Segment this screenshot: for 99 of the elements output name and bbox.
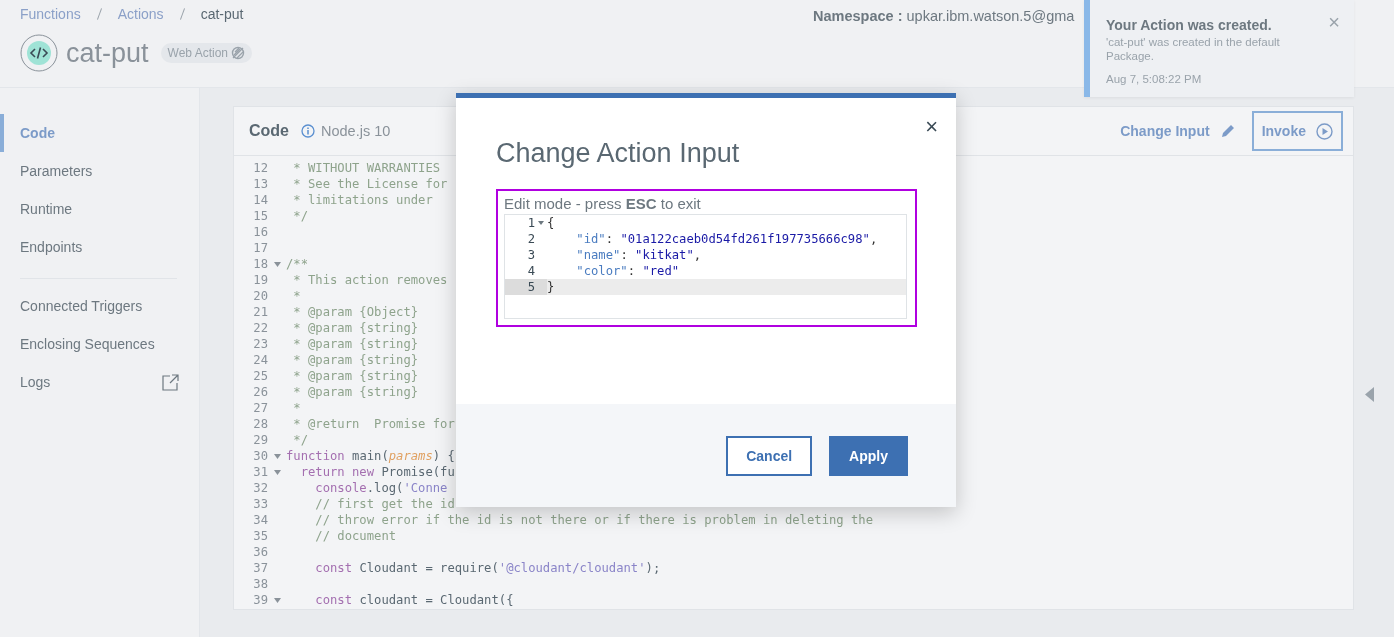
cancel-button[interactable]: Cancel (726, 435, 813, 476)
apply-button[interactable]: Apply (829, 435, 908, 476)
code-line: "name": "kitkat", (575, 247, 702, 263)
fold-caret-icon[interactable] (273, 597, 281, 603)
notification-message: 'cat-put' was created in the default Package. (1106, 35, 1281, 63)
line-number: 38 (252, 576, 268, 592)
line-number: 30 (252, 448, 268, 464)
breadcrumb-link[interactable]: Actions (117, 6, 164, 22)
breadcrumb-link[interactable]: Functions (20, 6, 81, 22)
line-number: 20 (252, 288, 268, 304)
line-number: 28 (252, 416, 268, 432)
play-icon (1316, 122, 1333, 140)
json-editor[interactable]: 1 { 2 "id": "01a122caeb0d54fd261f197735666c98", 3 "name": "kitkat", 4 "color": "red" 5 } (504, 214, 907, 319)
fold-caret-icon[interactable] (538, 221, 544, 225)
line-number: 22 (252, 320, 268, 336)
line-number: 31 (252, 464, 268, 480)
code-line: * WITHOUT WARRANTIES (292, 160, 441, 176)
line-number: 3 (527, 247, 535, 263)
line-number: 15 (252, 208, 268, 224)
line-number: 18 (252, 256, 268, 272)
code-line: // document (314, 528, 397, 544)
pencil-icon[interactable] (1219, 123, 1236, 139)
code-line: * @param {string} (292, 352, 419, 368)
line-number: 27 (252, 400, 268, 416)
panel-title: Code (249, 122, 289, 140)
code-line: * @param {string} (292, 368, 419, 384)
line-number: 34 (252, 512, 268, 528)
fold-caret-icon[interactable] (273, 453, 281, 459)
line-number: 36 (252, 544, 268, 560)
line-number: 17 (252, 240, 268, 256)
sidebar-item[interactable]: Runtime (0, 190, 199, 228)
namespace-label: Namespace : upkar.ibm.watson.5@gma (813, 8, 1075, 24)
code-line: return new Promise(fu (299, 464, 455, 480)
breadcrumb-link[interactable]: cat-put (200, 6, 244, 22)
change-input-link[interactable]: Change Input (1120, 123, 1210, 139)
line-number: 4 (527, 263, 535, 279)
code-line: * This action removes (292, 272, 448, 288)
line-number: 23 (252, 336, 268, 352)
code-line: * @param {Object} (292, 304, 419, 320)
code-line: function main(params) { (286, 448, 455, 464)
line-number: 21 (252, 304, 268, 320)
invoke-button[interactable]: Invoke (1251, 111, 1343, 151)
code-line: const cloudant = Cloudant({ (314, 592, 514, 608)
sidebar-item[interactable]: Parameters (0, 152, 199, 190)
line-number: 26 (252, 384, 268, 400)
line-number: 1 (527, 215, 535, 231)
code-line: } (547, 279, 555, 295)
code-line: const Cloudant = require('@cloudant/cloudant'); (314, 560, 661, 576)
close-button[interactable]: × (1328, 12, 1340, 32)
line-number: 19 (252, 272, 268, 288)
line-number: 32 (252, 480, 268, 496)
modal-title: Change Action Input (496, 138, 741, 169)
runtime-label: Node.js 10 (321, 123, 391, 139)
line-number: 13 (252, 176, 268, 192)
line-number: 2 (527, 231, 535, 247)
line-number: 12 (252, 160, 268, 176)
code-line: /** (286, 256, 308, 272)
fold-caret-icon[interactable] (273, 261, 281, 267)
code-line: "id": "01a122caeb0d54fd261f197735666c98", (575, 231, 878, 247)
code-line: */ (292, 432, 308, 448)
code-line: * limitations under (292, 192, 433, 208)
sidebar-item[interactable]: Endpoints (0, 228, 199, 266)
code-icon (20, 34, 58, 72)
code-line: * (292, 400, 301, 416)
code-line: // first get the id (314, 496, 455, 512)
code-line: * @param {string} (292, 320, 419, 336)
code-line: { (547, 215, 555, 231)
line-number: 5 (527, 279, 535, 295)
sidebar-item[interactable]: Logs (0, 363, 199, 401)
code-line: "color": "red" (575, 263, 680, 279)
line-number: 29 (252, 432, 268, 448)
line-number: 14 (252, 192, 268, 208)
web-action-badge: Web Action (160, 43, 253, 63)
code-line: * (292, 288, 301, 304)
code-line: * @return Promise for (292, 416, 455, 432)
sidebar-item[interactable]: Enclosing Sequences (0, 325, 199, 363)
action-title: cat-put (66, 37, 149, 69)
code-line: console.log('Conne (314, 480, 448, 496)
line-number: 33 (252, 496, 268, 512)
line-number: 35 (252, 528, 268, 544)
code-line: // throw error if the id is not there or if there is problem in deleting the (314, 512, 873, 528)
close-button[interactable]: × (925, 116, 938, 138)
edit-mode-hint: Edit mode - press ESC to exit (504, 195, 702, 212)
sidebar-item[interactable]: Connected Triggers (0, 287, 199, 325)
fold-caret-icon[interactable] (273, 469, 281, 475)
notification-title: Your Action was created. (1106, 17, 1273, 33)
line-number: 39 (252, 592, 268, 608)
line-number: 25 (252, 368, 268, 384)
line-number: 16 (252, 224, 268, 240)
collapse-caret-icon[interactable] (1365, 387, 1374, 402)
code-line: */ (292, 208, 308, 224)
code-line: * @param {string} (292, 336, 419, 352)
info-icon (301, 124, 315, 138)
globe-disabled-icon (231, 46, 246, 60)
code-line: * @param {string} (292, 384, 419, 400)
code-line: * See the License for (292, 176, 448, 192)
notification-time: Aug 7, 5:08:22 PM (1106, 73, 1203, 85)
line-number: 37 (252, 560, 268, 576)
line-number: 24 (252, 352, 268, 368)
